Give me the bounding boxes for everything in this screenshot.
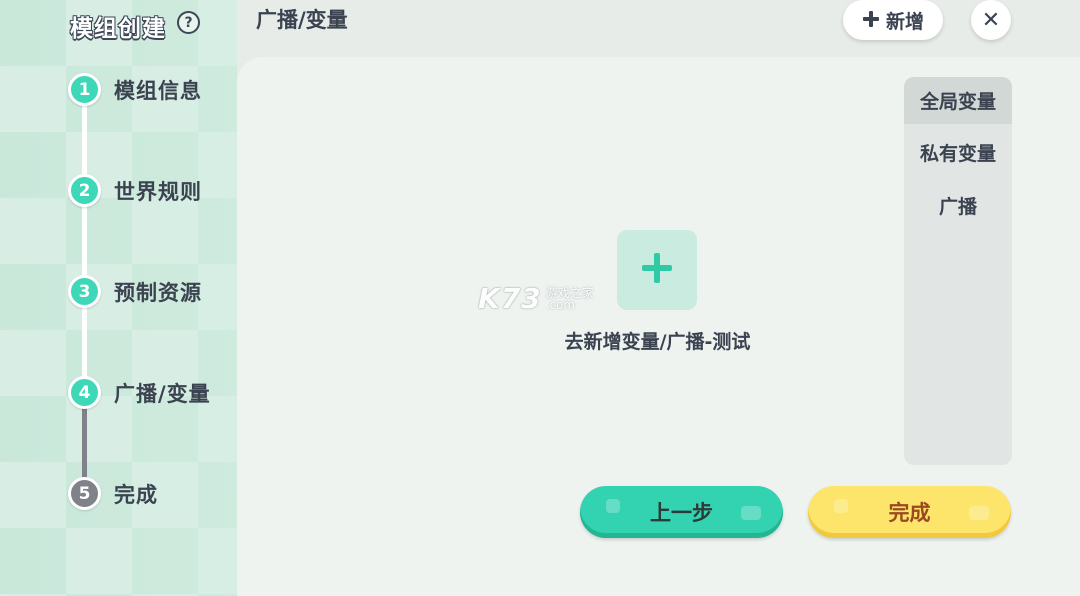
step-complete[interactable]: 5 完成 [68, 477, 158, 510]
add-variable-button[interactable] [617, 230, 697, 310]
plus-icon [862, 8, 880, 32]
finish-label: 完成 [888, 501, 931, 525]
step-prefab-resources[interactable]: 3 预制资源 [68, 275, 202, 308]
watermark-sub-1: 游戏之家 [545, 285, 594, 300]
add-new-label: 新增 [885, 10, 924, 33]
watermark-sub: 游戏之家 .com [546, 287, 594, 311]
step-broadcast-variables[interactable]: 4 广播/变量 [68, 376, 211, 409]
sidebar-title: 模组创建 [70, 16, 166, 42]
close-icon: ✕ [981, 7, 1001, 33]
step-label: 广播/变量 [114, 381, 211, 406]
watermark-main: K73 [478, 282, 542, 315]
page-title: 广播/变量 [256, 8, 348, 32]
tab-global-variables[interactable]: 全局变量 [904, 77, 1012, 124]
button-decoration [606, 499, 620, 513]
step-module-info[interactable]: 1 模组信息 [68, 73, 202, 106]
step-number: 5 [68, 477, 101, 510]
help-icon[interactable]: ? [177, 11, 200, 34]
close-button[interactable]: ✕ [971, 0, 1011, 40]
step-label: 完成 [114, 482, 158, 507]
previous-step-button[interactable]: 上一步 [580, 486, 783, 538]
previous-step-label: 上一步 [650, 501, 713, 525]
tab-broadcast[interactable]: 广播 [904, 180, 1012, 230]
empty-state-text: 去新增变量/广播-测试 [564, 331, 751, 353]
button-decoration [969, 506, 989, 520]
step-label: 预制资源 [114, 280, 202, 305]
progress-line-done [82, 100, 87, 395]
watermark-logo: K73 游戏之家 .com [478, 282, 594, 315]
tab-private-variables[interactable]: 私有变量 [904, 127, 1012, 177]
watermark-sub-2: .com [545, 297, 576, 312]
plus-icon [640, 251, 674, 289]
step-label: 世界规则 [114, 179, 202, 204]
finish-button[interactable]: 完成 [808, 486, 1011, 538]
button-decoration [741, 506, 761, 520]
add-new-button[interactable]: 新增 [843, 0, 943, 40]
step-number: 2 [68, 174, 101, 207]
step-world-rules[interactable]: 2 世界规则 [68, 174, 202, 207]
step-number: 4 [68, 376, 101, 409]
button-decoration [834, 499, 848, 513]
step-number: 1 [68, 73, 101, 106]
step-number: 3 [68, 275, 101, 308]
variable-tabs: 全局变量 私有变量 广播 [904, 77, 1012, 465]
step-label: 模组信息 [114, 78, 202, 103]
